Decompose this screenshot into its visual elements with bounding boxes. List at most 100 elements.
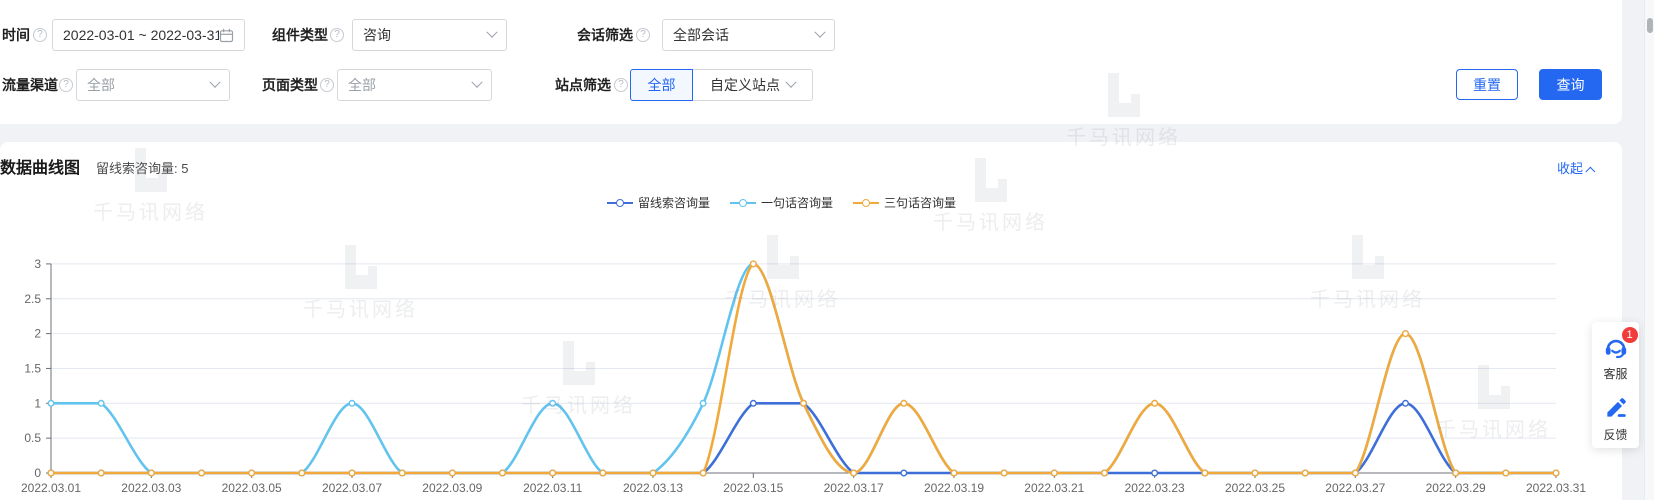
- time-help-icon[interactable]: [33, 28, 47, 42]
- chevron-down-icon: [486, 27, 497, 38]
- component-type-help-icon[interactable]: [330, 28, 344, 42]
- collapse-label: 收起: [1557, 161, 1583, 176]
- traffic-channel-help-icon[interactable]: [59, 78, 73, 92]
- data-point-marker[interactable]: [349, 470, 355, 476]
- x-axis-tick-label: 2022.03.31: [1526, 481, 1586, 495]
- feedback-label: 反馈: [1603, 426, 1627, 443]
- chart-title: 数据曲线图: [0, 154, 80, 178]
- reset-button[interactable]: 重置: [1456, 69, 1518, 100]
- component-type-select[interactable]: 咨询: [352, 19, 507, 51]
- data-point-marker[interactable]: [1052, 470, 1058, 476]
- x-axis-tick-label: 2022.03.25: [1225, 481, 1285, 495]
- x-axis-tick-label: 2022.03.11: [523, 481, 582, 495]
- data-point-marker[interactable]: [1152, 401, 1158, 407]
- x-axis-tick-label: 2022.03.27: [1325, 481, 1385, 495]
- collapse-link[interactable]: 收起: [1557, 158, 1596, 177]
- data-point-marker[interactable]: [299, 470, 305, 476]
- legend-item[interactable]: 三句话咨询量: [853, 194, 956, 211]
- data-point-marker[interactable]: [600, 470, 606, 476]
- x-axis-tick-label: 2022.03.13: [623, 481, 683, 495]
- component-type-value: 咨询: [363, 25, 480, 45]
- data-point-marker[interactable]: [650, 470, 656, 476]
- data-point-marker[interactable]: [249, 470, 255, 476]
- data-point-marker[interactable]: [1353, 470, 1359, 476]
- data-point-marker[interactable]: [199, 470, 205, 476]
- x-axis-tick-label: 2022.03.23: [1125, 481, 1185, 495]
- data-point-marker[interactable]: [700, 401, 706, 407]
- data-point-marker[interactable]: [98, 470, 104, 476]
- data-point-marker[interactable]: [901, 470, 907, 476]
- session-filter-help-icon[interactable]: [636, 28, 650, 42]
- data-point-marker[interactable]: [1152, 470, 1158, 476]
- scrollbar-thumb[interactable]: [1647, 18, 1653, 33]
- data-point-marker[interactable]: [1503, 470, 1509, 476]
- data-point-marker[interactable]: [98, 401, 104, 407]
- chevron-down-icon: [814, 27, 825, 38]
- x-axis-tick-label: 2022.03.17: [824, 481, 884, 495]
- chevron-down-icon: [785, 77, 796, 88]
- x-axis-tick-label: 2022.03.07: [322, 481, 382, 495]
- legend-marker-icon: [607, 199, 633, 207]
- legend-marker-icon: [853, 199, 879, 207]
- data-point-marker[interactable]: [1403, 331, 1409, 337]
- y-axis-tick-label: 3: [34, 257, 41, 271]
- data-point-marker[interactable]: [1252, 470, 1258, 476]
- customer-service-button[interactable]: 1 客服: [1603, 334, 1629, 382]
- x-axis-tick-label: 2022.03.05: [222, 481, 282, 495]
- data-point-marker[interactable]: [700, 470, 706, 476]
- site-filter-label: 站点筛选: [555, 76, 611, 94]
- data-point-marker[interactable]: [149, 470, 155, 476]
- y-axis-tick-label: 0.5: [24, 431, 41, 445]
- data-point-marker[interactable]: [751, 261, 757, 267]
- query-button[interactable]: 查询: [1539, 69, 1602, 100]
- data-point-marker[interactable]: [951, 470, 957, 476]
- legend-item[interactable]: 一句话咨询量: [730, 194, 833, 211]
- data-point-marker[interactable]: [48, 401, 54, 407]
- data-point-marker[interactable]: [851, 470, 857, 476]
- filter-panel: 时间 2022-03-01 ~ 2022-03-31 组件类型 咨询 会话筛选 …: [0, 0, 1622, 124]
- x-axis-tick-label: 2022.03.19: [924, 481, 984, 495]
- floating-side-widget: 1 客服 反馈: [1592, 322, 1639, 448]
- data-point-marker[interactable]: [1553, 470, 1559, 476]
- data-point-marker[interactable]: [1403, 401, 1409, 407]
- x-axis-tick-label: 2022.03.15: [723, 481, 783, 495]
- legend-item[interactable]: 留线索咨询量: [607, 194, 710, 211]
- data-point-marker[interactable]: [801, 401, 807, 407]
- session-filter-label: 会话筛选: [577, 26, 633, 44]
- site-filter-all-button[interactable]: 全部: [630, 69, 693, 101]
- page-type-help-icon[interactable]: [320, 78, 334, 92]
- session-filter-select[interactable]: 全部会话: [662, 19, 835, 51]
- data-point-marker[interactable]: [1453, 470, 1459, 476]
- chevron-down-icon: [471, 77, 482, 88]
- vertical-scrollbar[interactable]: [1644, 0, 1654, 500]
- data-point-marker[interactable]: [1302, 470, 1308, 476]
- date-range-input[interactable]: 2022-03-01 ~ 2022-03-31: [52, 19, 245, 51]
- site-filter-custom-label: 自定义站点: [710, 75, 780, 95]
- x-axis-tick-label: 2022.03.29: [1426, 481, 1486, 495]
- data-point-marker[interactable]: [500, 470, 506, 476]
- data-point-marker[interactable]: [751, 401, 757, 407]
- page-type-select[interactable]: 全部: [337, 69, 492, 101]
- chevron-down-icon: [209, 77, 220, 88]
- data-point-marker[interactable]: [450, 470, 456, 476]
- x-axis-tick-label: 2022.03.03: [121, 481, 181, 495]
- data-point-marker[interactable]: [399, 470, 405, 476]
- pencil-icon: [1603, 395, 1629, 421]
- site-filter-help-icon[interactable]: [614, 78, 628, 92]
- page-type-label: 页面类型: [262, 76, 318, 94]
- data-point-marker[interactable]: [550, 401, 556, 407]
- traffic-channel-select[interactable]: 全部: [76, 69, 230, 101]
- data-point-marker[interactable]: [1202, 470, 1208, 476]
- customer-service-label: 客服: [1603, 365, 1627, 382]
- data-point-marker[interactable]: [349, 401, 355, 407]
- feedback-button[interactable]: 反馈: [1603, 395, 1629, 443]
- data-point-marker[interactable]: [901, 401, 907, 407]
- legend-label: 留线索咨询量: [638, 194, 710, 211]
- data-point-marker[interactable]: [1102, 470, 1108, 476]
- time-filter-label: 时间: [2, 26, 30, 44]
- data-point-marker[interactable]: [48, 470, 54, 476]
- data-point-marker[interactable]: [1001, 470, 1007, 476]
- page-type-value: 全部: [348, 75, 465, 95]
- data-point-marker[interactable]: [550, 470, 556, 476]
- site-filter-custom-button[interactable]: 自定义站点: [692, 69, 813, 101]
